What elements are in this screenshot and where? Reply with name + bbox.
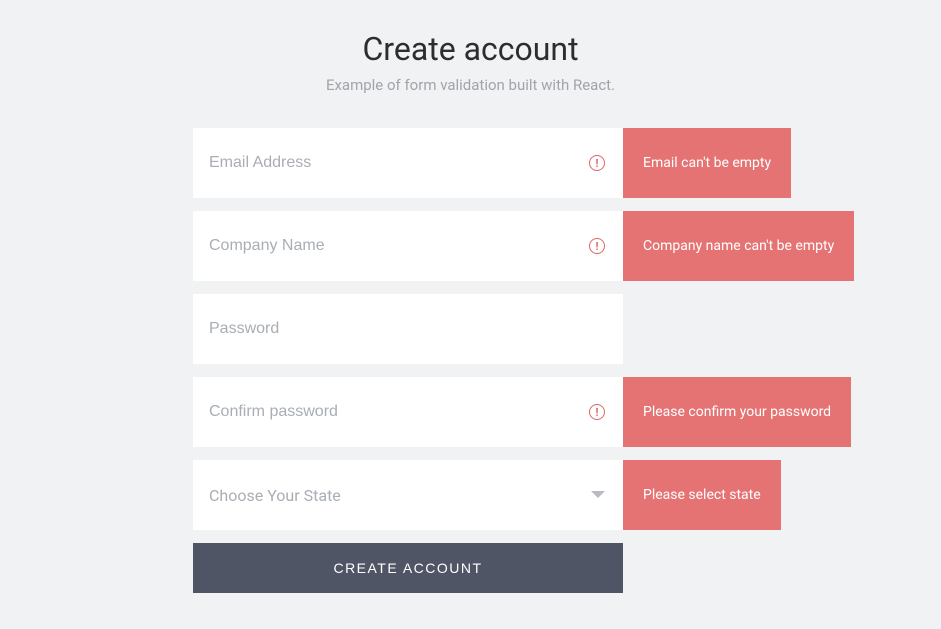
error-icon — [589, 238, 605, 254]
confirm-password-input-container — [193, 377, 623, 447]
signup-form: Email can't be empty Company name can't … — [193, 128, 941, 593]
email-input[interactable] — [193, 128, 623, 198]
email-input-container — [193, 128, 623, 198]
page-subtitle: Example of form validation built with Re… — [0, 76, 941, 94]
email-error-message: Email can't be empty — [623, 128, 791, 198]
company-input-container — [193, 211, 623, 281]
error-icon — [589, 155, 605, 171]
state-select-container[interactable]: Choose Your State — [193, 460, 623, 530]
page-title: Create account — [0, 30, 941, 68]
form-header: Create account Example of form validatio… — [0, 30, 941, 94]
create-account-button[interactable]: CREATE ACCOUNT — [193, 543, 623, 593]
password-row — [193, 294, 941, 364]
password-input-container — [193, 294, 623, 364]
confirm-password-input[interactable] — [193, 377, 623, 447]
confirm-password-row: Please confirm your password — [193, 377, 941, 447]
company-error-message: Company name can't be empty — [623, 211, 854, 281]
submit-row: CREATE ACCOUNT — [193, 543, 941, 593]
state-row: Choose Your State Please select state — [193, 460, 941, 530]
password-input[interactable] — [193, 294, 623, 364]
company-input[interactable] — [193, 211, 623, 281]
state-error-message: Please select state — [623, 460, 781, 530]
state-select[interactable]: Choose Your State — [193, 460, 623, 530]
error-icon — [589, 404, 605, 420]
chevron-down-icon — [591, 491, 605, 499]
email-row: Email can't be empty — [193, 128, 941, 198]
company-row: Company name can't be empty — [193, 211, 941, 281]
confirm-password-error-message: Please confirm your password — [623, 377, 851, 447]
